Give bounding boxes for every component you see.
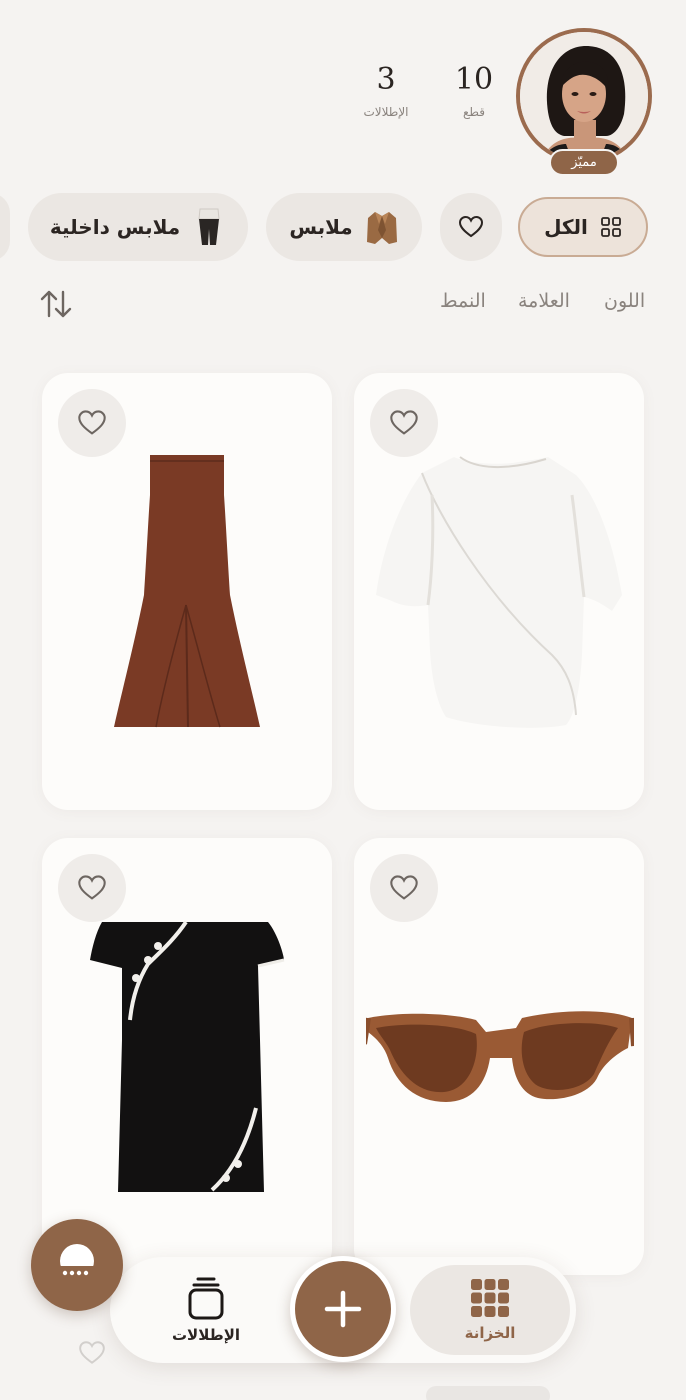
item-card[interactable] [42, 373, 332, 810]
sunglasses-image [366, 1011, 634, 1102]
category-chip-all[interactable]: الكل [518, 197, 648, 257]
black-dress-image [90, 920, 285, 1192]
white-top-image [376, 456, 622, 728]
items-count-stat: 10 قطع [440, 62, 508, 119]
nav-wardrobe-label: الخزانة [464, 1324, 516, 1342]
favorite-button[interactable] [58, 389, 126, 457]
looks-count-label: الإطلالات [363, 105, 409, 119]
looks-count-stat: 3 الإطلالات [350, 62, 422, 119]
category-chip-overflow[interactable] [0, 193, 10, 261]
nav-looks-label: الإطلالات [171, 1326, 241, 1344]
item-card[interactable] [42, 838, 332, 1275]
wardrobe-grid-icon [471, 1279, 509, 1317]
profile-avatar-container[interactable]: مميّز [516, 28, 652, 176]
scroll-peek-item [426, 1386, 550, 1400]
jacket-thumbnail [365, 208, 399, 246]
heart-icon [390, 875, 418, 900]
category-chip-favorites[interactable] [440, 193, 502, 261]
item-card[interactable] [354, 838, 644, 1275]
sort-icon[interactable] [38, 288, 74, 320]
looks-count-value: 3 [376, 62, 396, 97]
filter-brand[interactable]: العلامة [518, 290, 570, 312]
underwear-thumbnail [192, 208, 226, 246]
outfit-stack-icon [188, 1277, 224, 1320]
category-chip-clothes-label: ملابس [289, 215, 353, 239]
filter-style[interactable]: النمط [440, 290, 486, 312]
chat-bubble-icon [58, 1244, 96, 1282]
favorite-button[interactable] [370, 389, 438, 457]
brown-dress-image [114, 455, 260, 728]
assistant-chat-button[interactable] [31, 1219, 123, 1311]
item-card[interactable] [354, 373, 644, 810]
heart-icon [79, 1341, 105, 1364]
grid-icon [601, 217, 621, 237]
favorite-button[interactable] [370, 854, 438, 922]
filter-color[interactable]: اللون [604, 290, 645, 312]
heart-icon [458, 215, 484, 238]
heart-icon [78, 410, 106, 435]
items-count-label: قطع [463, 105, 485, 119]
premium-badge: مميّز [549, 149, 619, 176]
category-chip-underwear[interactable]: ملابس داخلية [28, 193, 248, 261]
avatar[interactable] [516, 28, 652, 164]
heart-icon [390, 410, 418, 435]
category-chip-all-label: الكل [544, 215, 588, 239]
heart-icon [78, 875, 106, 900]
add-item-button[interactable] [290, 1256, 396, 1362]
favorite-button[interactable] [58, 854, 126, 922]
nav-wardrobe[interactable]: الخزانة [410, 1265, 570, 1355]
category-chip-underwear-label: ملابس داخلية [49, 215, 181, 239]
plus-icon [324, 1290, 362, 1328]
nav-looks[interactable]: الإطلالات [146, 1265, 266, 1355]
category-chip-clothes[interactable]: ملابس [266, 193, 422, 261]
items-count-value: 10 [454, 62, 494, 97]
